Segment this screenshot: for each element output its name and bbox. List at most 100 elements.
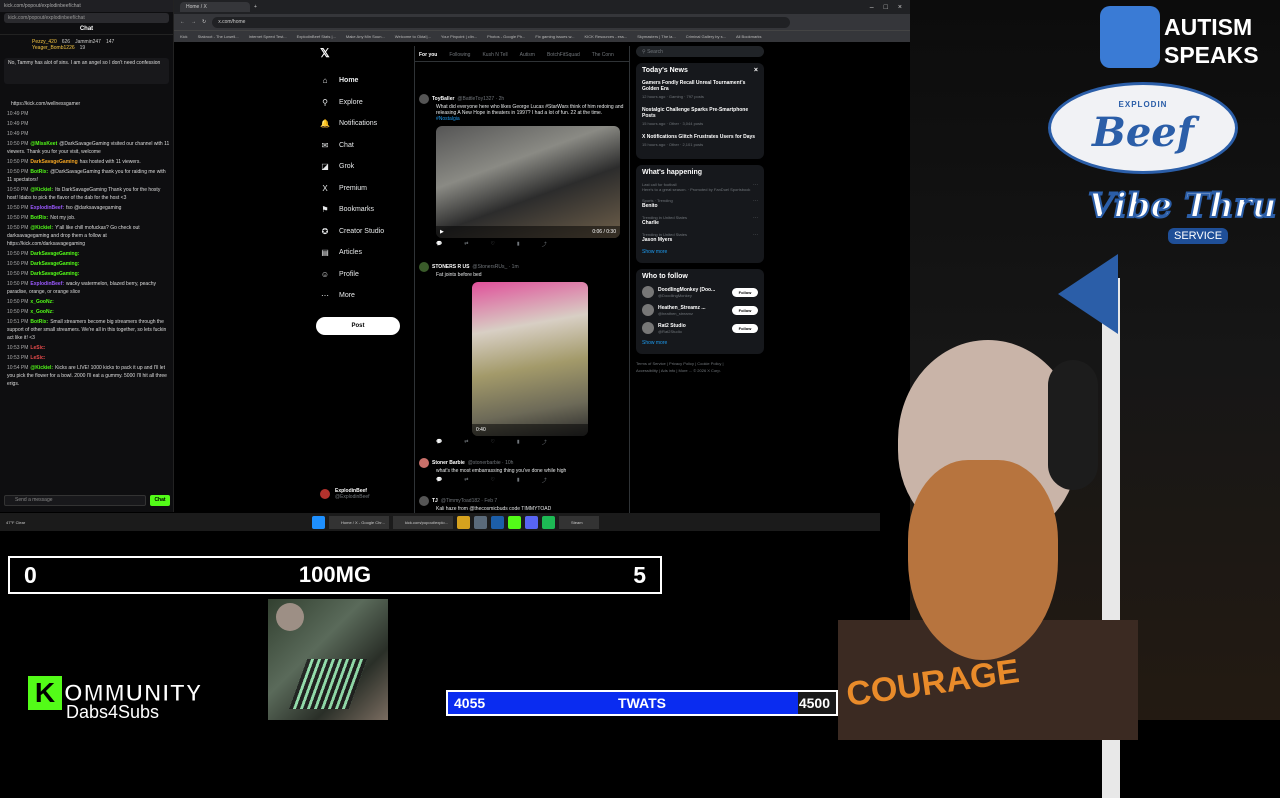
nav-item-explore[interactable]: ⚲ Explore bbox=[314, 92, 414, 114]
follow-suggestion[interactable]: Heathen_Streamz ... @heathen_streamz Follo… bbox=[642, 304, 758, 316]
nav-item-notifications[interactable]: 🔔 Notifications bbox=[314, 113, 414, 135]
footer-links[interactable]: Terms of Service | Privacy Policy | Cook… bbox=[636, 360, 746, 374]
kick-icon[interactable] bbox=[508, 515, 521, 529]
tweet-video[interactable]: 0:40 bbox=[472, 282, 588, 436]
maximize-icon[interactable]: □ bbox=[884, 4, 888, 11]
discord-icon[interactable] bbox=[525, 515, 538, 529]
like-icon[interactable]: ♡ bbox=[490, 439, 494, 446]
bookmark-item[interactable]: Internet Speed Test... bbox=[249, 34, 287, 39]
x-search-input[interactable]: ⚲ Search bbox=[636, 46, 764, 57]
follow-button[interactable]: Follow bbox=[732, 323, 758, 333]
chat-message[interactable]: 10:49 PM bbox=[7, 110, 170, 118]
message-user[interactable]: @Kickiel: bbox=[30, 187, 53, 193]
chat-message-input[interactable]: Send a message bbox=[4, 494, 146, 506]
folder-icon[interactable] bbox=[457, 515, 470, 529]
trend-item[interactable]: Trending in United States Jason Myers ··· bbox=[642, 232, 758, 243]
more-icon[interactable]: ··· bbox=[753, 215, 758, 221]
views-icon[interactable]: ▮ bbox=[517, 241, 520, 248]
tab-for-you[interactable]: For you bbox=[419, 52, 437, 61]
taskbar-item-steam[interactable]: Steam bbox=[559, 515, 599, 529]
like-icon[interactable]: ♡ bbox=[490, 477, 494, 484]
news-item[interactable]: Gamers Fondly Recall Unreal Tournament's… bbox=[642, 80, 758, 99]
views-icon[interactable]: ▮ bbox=[517, 477, 520, 484]
show-more-link[interactable]: Show more bbox=[642, 249, 758, 255]
chat-message[interactable]: 10:50 PM x_GooNz: bbox=[7, 298, 170, 306]
browser-tab[interactable]: Home / X bbox=[180, 2, 250, 12]
address-bar[interactable]: x.com/home bbox=[212, 16, 790, 28]
reply-icon[interactable]: 💬 bbox=[436, 439, 442, 446]
message-user[interactable]: ExplodinBeef: bbox=[30, 281, 64, 287]
tab-botchfitsquad[interactable]: BotchFitSquad bbox=[547, 52, 580, 61]
follow-suggestion[interactable]: Rat2 Studio @Rat2Studio Follow bbox=[642, 322, 758, 334]
retweet-icon[interactable]: ⇄ bbox=[464, 477, 468, 484]
taskbar-item-kick[interactable]: kick.com/popout/explo... bbox=[393, 515, 453, 529]
chat-message[interactable]: https://kick.com/wellnessgamer bbox=[7, 100, 170, 108]
hashtag-link[interactable]: #Nostalgia bbox=[436, 116, 460, 122]
tweet[interactable]: Stoner Barbie @stonerbarbie · 10h what's … bbox=[419, 458, 627, 484]
message-user[interactable]: @Kickiel: bbox=[30, 365, 53, 371]
message-user[interactable]: ExplodinBeef: bbox=[30, 205, 64, 211]
nav-item-creator-studio[interactable]: ✪ Creator Studio bbox=[314, 221, 414, 243]
close-icon[interactable]: × bbox=[898, 4, 902, 11]
reload-icon[interactable]: ↻ bbox=[202, 19, 206, 25]
trend-item[interactable]: Trending in United States Charlie ··· bbox=[642, 215, 758, 226]
bookmark-item[interactable]: KICK Resources - ess... bbox=[585, 34, 628, 39]
share-icon[interactable]: ⤴ bbox=[542, 439, 547, 446]
tweet[interactable]: STONERS R US @StonersRUs_ · 1m Fat joints… bbox=[419, 262, 627, 446]
like-icon[interactable]: ♡ bbox=[490, 241, 494, 248]
message-user[interactable]: BotRix: bbox=[30, 215, 48, 221]
tab-kush-n-tell[interactable]: Kush N Tell bbox=[482, 52, 507, 61]
nav-item-grok[interactable]: ◪ Grok bbox=[314, 156, 414, 178]
follow-button[interactable]: Follow bbox=[732, 305, 758, 315]
message-user[interactable]: DarkSavageGaming: bbox=[30, 251, 79, 257]
tweet-video[interactable]: ▶ 0:06 / 0:30 bbox=[436, 126, 620, 238]
start-icon[interactable] bbox=[312, 515, 325, 529]
chat-message[interactable]: 10:50 PM DarkSavageGaming: bbox=[7, 270, 170, 278]
chat-message[interactable]: 10:50 PM x_GooNz: bbox=[7, 308, 170, 316]
nav-item-more[interactable]: ⋯ More bbox=[314, 285, 414, 307]
bookmark-item[interactable]: Stakroot - The Lowell... bbox=[198, 34, 239, 39]
nav-item-articles[interactable]: ▤ Articles bbox=[314, 242, 414, 264]
bookmark-item[interactable]: Skymasters | The la... bbox=[637, 34, 676, 39]
message-user[interactable]: LeSic: bbox=[30, 355, 45, 361]
chat-message[interactable]: 10:50 PM @Kickiel: Its DarkSavageGaming Th… bbox=[7, 186, 170, 202]
bookmark-item[interactable]: Criminal Gallery by s... bbox=[686, 34, 726, 39]
bookmark-item[interactable]: Make Any Min Soun... bbox=[346, 34, 385, 39]
bookmark-item[interactable]: Your Pinpoint | clin... bbox=[441, 34, 477, 39]
share-icon[interactable]: ⤴ bbox=[542, 477, 547, 484]
chat-message[interactable]: 10:50 PM BotRix: Not my job. bbox=[7, 214, 170, 222]
forward-icon[interactable]: → bbox=[191, 19, 196, 25]
chat-message[interactable]: 10:50 PM BotRix: @DarkSavageGaming thank y… bbox=[7, 168, 170, 184]
more-icon[interactable]: ··· bbox=[753, 198, 758, 204]
post-button[interactable]: Post bbox=[316, 316, 400, 335]
message-user[interactable]: DarkSavageGaming: bbox=[30, 261, 79, 267]
app-icon[interactable] bbox=[474, 515, 487, 529]
trend-item[interactable]: Sports · Trending Benito ··· bbox=[642, 198, 758, 209]
more-icon[interactable]: ··· bbox=[753, 182, 758, 188]
nav-item-profile[interactable]: ☺ Profile bbox=[314, 264, 414, 286]
message-user[interactable]: x_GooNz: bbox=[30, 299, 53, 305]
show-more-link[interactable]: Show more bbox=[642, 340, 758, 346]
tab-following[interactable]: Following bbox=[449, 52, 470, 61]
reply-icon[interactable]: 💬 bbox=[436, 477, 442, 484]
message-user[interactable]: LeSic: bbox=[30, 345, 45, 351]
chat-message[interactable]: 10:50 PM ExplodinBeef: fso @darksavagegami… bbox=[7, 204, 170, 212]
chat-message[interactable]: 10:50 PM @MissKeet @DarkSavageGaming visit… bbox=[7, 140, 170, 156]
close-icon[interactable]: × bbox=[754, 67, 758, 74]
retweet-icon[interactable]: ⇄ bbox=[464, 241, 468, 248]
message-user[interactable]: DarkSavageGaming bbox=[30, 159, 77, 165]
views-icon[interactable]: ▮ bbox=[517, 439, 520, 446]
play-icon[interactable]: ▶ bbox=[440, 229, 444, 235]
bookmark-item[interactable]: Welcome to Okta!|... bbox=[395, 34, 431, 39]
taskbar-item-chrome[interactable]: Home / X - Google Chr... bbox=[329, 515, 389, 529]
chat-url-bar[interactable]: kick.com/popout/explodinbeef/chat bbox=[4, 13, 169, 23]
news-item[interactable]: Nostalgic Challenge Sparks Pre-Smartphon… bbox=[642, 107, 758, 126]
chat-message[interactable]: 10:50 PM DarkSavageGaming has hosted with … bbox=[7, 158, 170, 166]
app-icon[interactable] bbox=[491, 515, 504, 529]
chat-message[interactable]: 10:53 PM LeSic: bbox=[7, 354, 170, 362]
message-user[interactable]: @Kickiel: bbox=[30, 225, 53, 231]
retweet-icon[interactable]: ⇄ bbox=[464, 439, 468, 446]
back-icon[interactable]: ← bbox=[180, 19, 185, 25]
chat-message[interactable]: 10:50 PM DarkSavageGaming: bbox=[7, 260, 170, 268]
minimize-icon[interactable]: – bbox=[870, 4, 874, 11]
